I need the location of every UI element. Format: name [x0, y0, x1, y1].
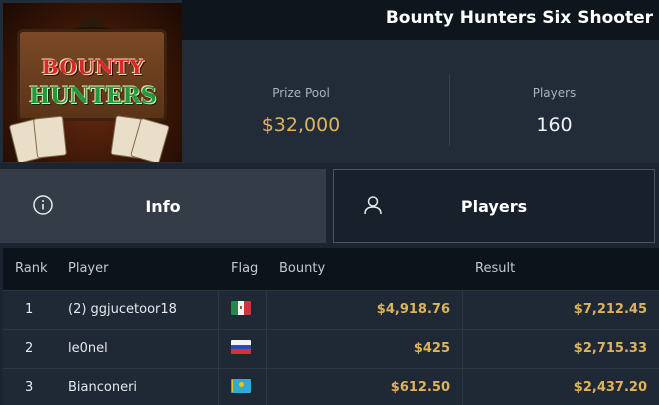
logo-word-hunters: HUNTERS [29, 83, 157, 109]
user-icon [364, 196, 382, 215]
row-bounty: $612.50 [390, 380, 450, 395]
header-player: Player [68, 261, 109, 276]
row-bounty: $4,918.76 [376, 302, 450, 317]
column-divider [218, 330, 219, 369]
column-divider [218, 291, 219, 330]
column-divider [218, 369, 219, 405]
column-divider [462, 330, 463, 369]
prize-pool-label: Prize Pool [272, 86, 330, 100]
table-header: Rank Player Flag Bounty Result [3, 248, 659, 290]
row-player: le0nel [68, 341, 108, 356]
header-flag: Flag [231, 261, 259, 276]
prize-pool-value: $32,000 [261, 114, 341, 136]
tab-info-label: Info [145, 196, 181, 216]
bounty-hunters-logo: BOUNTY HUNTERS [3, 3, 182, 162]
tab-players-label: Players [460, 196, 528, 216]
header-bounty: Bounty [279, 261, 326, 276]
column-divider [266, 330, 267, 369]
header-rank: Rank [15, 261, 48, 276]
row-rank: 3 [25, 380, 34, 395]
column-divider [462, 369, 463, 405]
table-row[interactable]: 3 Bianconeri $612.50 $2,437.20 [3, 368, 659, 405]
column-divider [266, 291, 267, 330]
prize-pool-stat: Prize Pool $32,000 [182, 56, 420, 163]
row-rank: 2 [25, 341, 34, 356]
tab-players[interactable]: Players [333, 169, 655, 243]
header-result: Result [475, 261, 516, 276]
tab-bar: Info Players [0, 169, 659, 243]
tab-info[interactable]: Info [0, 169, 326, 243]
players-stat: Players 160 [450, 56, 659, 163]
row-result: $2,437.20 [573, 380, 647, 395]
players-value: 160 [536, 114, 573, 136]
table-row[interactable]: 2 le0nel $425 $2,715.33 [3, 329, 659, 369]
row-player: Bianconeri [68, 380, 138, 395]
logo-playing-cards [8, 113, 173, 162]
table-row[interactable]: 1 (2) ggjucetoor18 $4,918.76 $7,212.45 [3, 290, 659, 330]
mexico-flag [231, 301, 251, 315]
row-rank: 1 [25, 302, 34, 317]
players-label: Players [532, 86, 577, 100]
kazakhstan-flag [231, 379, 251, 393]
row-player: (2) ggjucetoor18 [68, 302, 177, 317]
column-divider [266, 369, 267, 405]
russia-flag [231, 340, 251, 354]
row-result: $2,715.33 [573, 341, 647, 356]
tournament-header: BOUNTY HUNTERS Bounty Hunters Six Shoote… [0, 0, 659, 163]
info-icon [33, 195, 53, 215]
column-divider [462, 291, 463, 330]
tournament-stats: Prize Pool $32,000 Players 160 [182, 56, 659, 163]
row-bounty: $425 [413, 341, 450, 356]
page-title: Bounty Hunters Six Shooter [385, 8, 653, 28]
title-bar: Bounty Hunters Six Shooter [182, 0, 659, 40]
row-result: $7,212.45 [573, 302, 647, 317]
logo-word-bounty: BOUNTY [41, 55, 145, 79]
